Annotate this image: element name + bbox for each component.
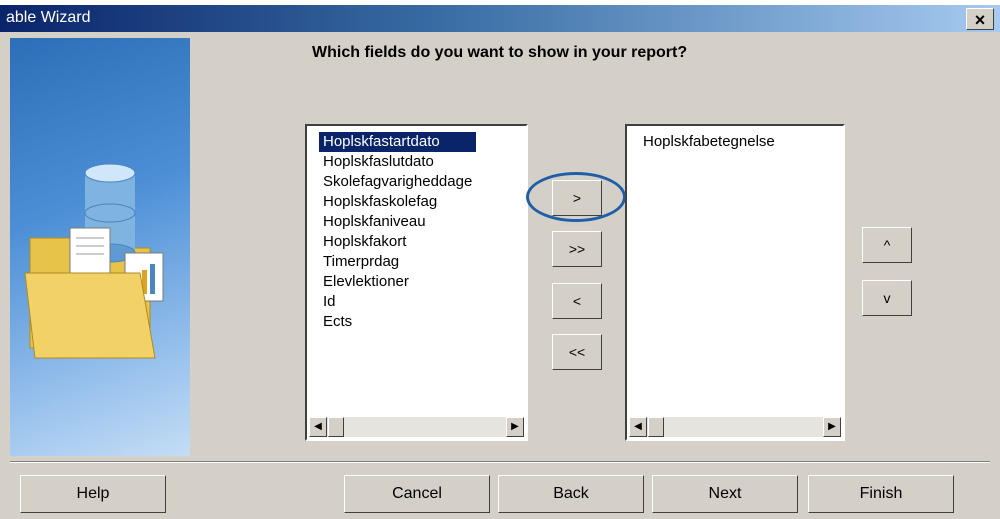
window-title: able Wizard <box>6 9 91 26</box>
available-fields-items: Hoplskfastartdato Hoplskfaslutdato Skolefa… <box>319 132 477 332</box>
close-button[interactable]: × <box>966 8 994 30</box>
move-up-button[interactable]: ^ <box>862 227 912 263</box>
available-fields-list[interactable]: Hoplskfastartdato Hoplskfaslutdato Skolefa… <box>305 124 528 441</box>
help-button[interactable]: Help <box>20 475 166 513</box>
remove-all-fields-button[interactable]: << <box>552 334 602 370</box>
back-button[interactable]: Back <box>498 475 644 513</box>
selected-fields-items: Hoplskfabetegnelse <box>639 132 779 152</box>
add-all-fields-button[interactable]: >> <box>552 231 602 267</box>
field-list-item[interactable]: Skolefagvarigheddage <box>319 172 476 192</box>
scroll-right-arrow-icon[interactable]: ▶ <box>823 417 841 437</box>
title-bar: able Wizard × <box>0 5 1000 32</box>
available-fields-scrollbar[interactable]: ◀ ▶ <box>309 417 524 437</box>
field-list-item[interactable]: Hoplskfaskolefag <box>319 192 476 212</box>
selected-fields-scrollbar[interactable]: ◀ ▶ <box>629 417 841 437</box>
field-list-item[interactable]: Hoplskfaniveau <box>319 212 476 232</box>
finish-button[interactable]: Finish <box>808 475 954 513</box>
move-down-button[interactable]: v <box>862 280 912 316</box>
selected-fields-list[interactable]: Hoplskfabetegnelse ◀ ▶ <box>625 124 845 441</box>
scroll-left-arrow-icon[interactable]: ◀ <box>309 417 327 437</box>
field-list-item[interactable]: Hoplskfakort <box>319 232 476 252</box>
field-list-item[interactable]: Hoplskfabetegnelse <box>639 132 779 152</box>
scroll-thumb[interactable] <box>648 417 664 437</box>
cancel-button[interactable]: Cancel <box>344 475 490 513</box>
next-button[interactable]: Next <box>652 475 798 513</box>
field-list-item[interactable]: Elevlektioner <box>319 272 476 292</box>
scroll-right-arrow-icon[interactable]: ▶ <box>506 417 524 437</box>
table-wizard-window: able Wizard × Which fields do you want t… <box>0 5 1000 519</box>
wizard-question: Which fields do you want to show in your… <box>312 44 688 61</box>
footer-divider <box>10 461 990 463</box>
field-list-item[interactable]: Hoplskfaslutdato <box>319 152 476 172</box>
field-list-item[interactable]: Hoplskfastartdato <box>319 132 477 152</box>
scroll-thumb[interactable] <box>328 417 344 437</box>
annotation-circle <box>526 172 626 222</box>
field-list-item[interactable]: Ects <box>319 312 476 332</box>
field-list-item[interactable]: Timerprdag <box>319 252 476 272</box>
remove-field-button[interactable]: < <box>552 283 602 319</box>
scroll-left-arrow-icon[interactable]: ◀ <box>629 417 647 437</box>
field-list-item[interactable]: Id <box>319 292 476 312</box>
wizard-illustration <box>10 38 190 456</box>
